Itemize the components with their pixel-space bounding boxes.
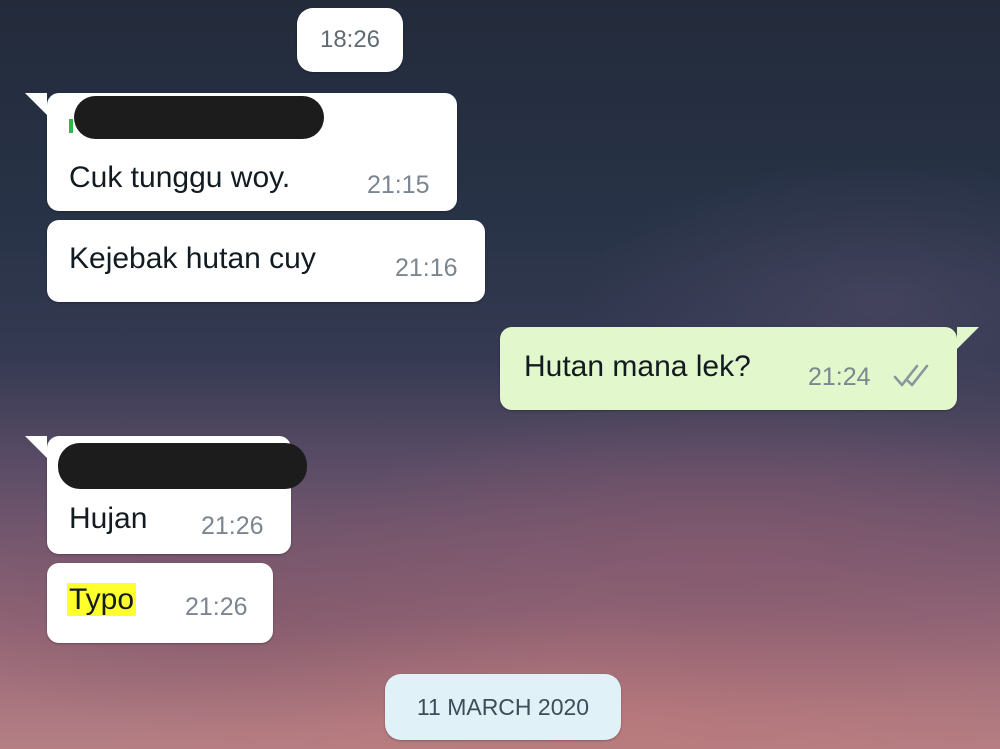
message-text: Typo xyxy=(67,583,137,617)
message-time: 21:16 xyxy=(395,254,458,282)
message-bubble-incoming[interactable]: Kejebak hutan cuy 21:16 xyxy=(47,220,485,302)
message-bubble-incoming[interactable]: Typo 21:26 xyxy=(47,563,273,643)
bubble-tail xyxy=(25,93,47,115)
message-time: 21:24 xyxy=(808,363,871,391)
message-text: Cuk tunggu woy. xyxy=(69,161,291,194)
sender-name-redacted xyxy=(58,443,307,489)
sender-name-accent xyxy=(69,119,73,133)
double-check-icon xyxy=(893,364,929,387)
message-bubble-outgoing[interactable]: Hutan mana lek? 21:24 xyxy=(500,327,979,410)
message-bubble-incoming[interactable]: Cuk tunggu woy. 21:15 xyxy=(25,93,457,211)
message-time: 21:26 xyxy=(201,512,264,540)
message-text: Hutan mana lek? xyxy=(524,350,751,383)
message-bubble-incoming[interactable]: Hujan 21:26 xyxy=(25,436,307,554)
bubble-tail xyxy=(25,436,47,458)
message-time: 21:26 xyxy=(185,593,248,621)
date-divider: 11 MARCH 2020 xyxy=(385,674,621,740)
message-text: Kejebak hutan cuy xyxy=(69,242,316,275)
sender-name-redacted xyxy=(74,96,324,139)
message-time: 21:15 xyxy=(367,171,430,199)
bubble-tail xyxy=(957,327,979,349)
time-divider: 18:26 xyxy=(297,8,403,72)
message-text: Hujan xyxy=(69,502,148,535)
highlighted-text: Typo xyxy=(67,583,137,616)
